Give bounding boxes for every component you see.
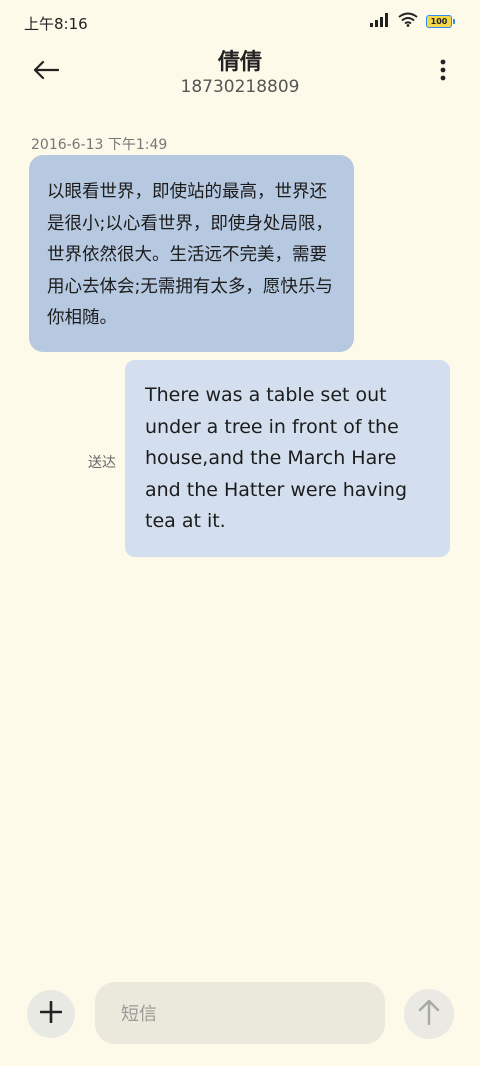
contact-name: 倩倩 <box>217 50 262 75</box>
add-attachment-button[interactable] <box>27 990 75 1038</box>
more-vertical-icon <box>440 59 446 85</box>
status-icons: 100 <box>370 12 455 31</box>
contact-phone-number: 18730218809 <box>180 77 300 97</box>
message-timestamp: 2016-6-13 下午1:49 <box>31 137 168 153</box>
conversation-header: 倩倩 18730218809 <box>0 44 480 104</box>
message-text: There was a table set out under a tree i… <box>145 384 408 532</box>
status-bar: 上午8:16 100 <box>0 0 480 44</box>
plus-icon <box>39 1000 63 1027</box>
message-text: 以眼看世界，即使站的最高，世界还是很小;以心看世界，即使身处局限，世界依然很大。… <box>47 182 333 328</box>
delivery-status: 送达 <box>88 455 116 471</box>
compose-bar: 短信 <box>0 980 480 1046</box>
status-time: 上午8:16 <box>24 15 88 33</box>
battery-icon: 100 <box>426 15 455 28</box>
signal-icon <box>370 12 390 31</box>
more-options-button[interactable] <box>432 56 454 88</box>
wifi-icon <box>398 12 418 31</box>
outgoing-message-bubble[interactable]: There was a table set out under a tree i… <box>125 360 450 557</box>
arrow-up-icon <box>418 999 440 1029</box>
send-button[interactable] <box>404 989 454 1039</box>
incoming-message-bubble[interactable]: 以眼看世界，即使站的最高，世界还是很小;以心看世界，即使身处局限，世界依然很大。… <box>29 155 354 352</box>
message-input[interactable]: 短信 <box>95 982 385 1044</box>
